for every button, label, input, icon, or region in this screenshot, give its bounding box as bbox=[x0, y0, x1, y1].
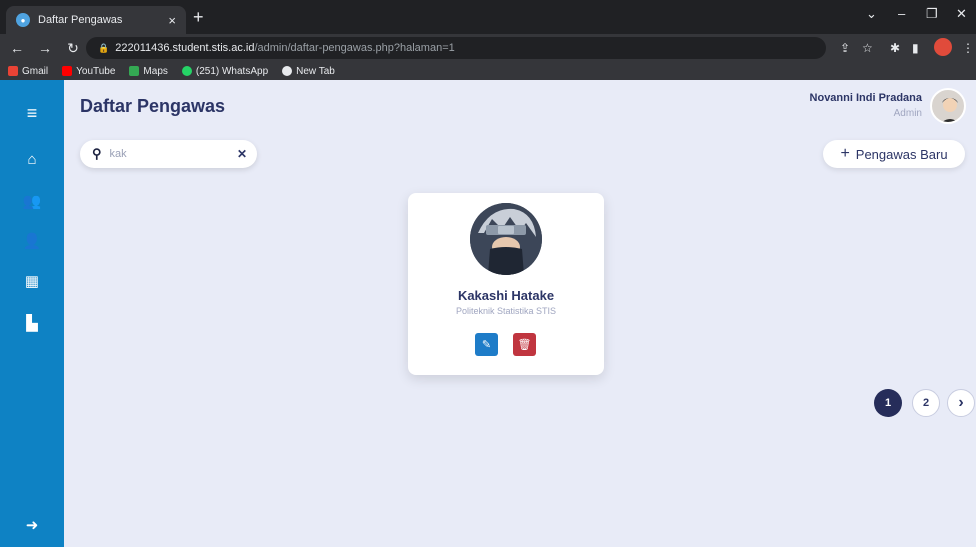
plus-icon: + bbox=[840, 145, 850, 162]
tab-close-icon[interactable]: × bbox=[168, 13, 176, 28]
url-host: 222011436.student.stis.ac.id bbox=[115, 42, 255, 54]
url-field[interactable]: 🔒 222011436.student.stis.ac.id/admin/daf… bbox=[86, 37, 826, 59]
hamburger-menu-icon[interactable]: ≡ bbox=[0, 98, 64, 128]
user-role: Admin bbox=[893, 108, 922, 119]
site-favicon-icon: ● bbox=[16, 13, 30, 27]
home-icon[interactable]: ⌂ bbox=[0, 144, 64, 174]
user-icon[interactable]: 👤 bbox=[0, 226, 64, 256]
trash-icon: 🗑 bbox=[517, 339, 532, 351]
back-icon[interactable]: ← bbox=[6, 40, 28, 56]
browser-tab-bar: ● Daftar Pengawas × + ⌄ – ❐ ✕ bbox=[0, 0, 976, 34]
bookmark-newtab[interactable]: New Tab bbox=[282, 66, 335, 77]
pengawas-organization: Politeknik Statistika STIS bbox=[455, 306, 557, 316]
tab-title: Daftar Pengawas bbox=[38, 14, 123, 26]
address-bar-row: ← → ↻ 🔒 222011436.student.stis.ac.id/adm… bbox=[0, 34, 976, 62]
users-icon[interactable]: 👥 bbox=[0, 186, 64, 216]
profile-photo bbox=[470, 203, 542, 275]
page-title: Daftar Pengawas bbox=[80, 96, 226, 116]
maps-icon bbox=[129, 66, 140, 76]
user-name: Novanni Indi Pradana bbox=[809, 92, 922, 104]
delete-button[interactable]: 🗑 bbox=[513, 333, 536, 356]
add-pengawas-button[interactable]: + Pengawas Baru bbox=[823, 140, 965, 168]
logout-icon[interactable]: ➜ bbox=[0, 510, 64, 540]
close-window-icon[interactable]: ✕ bbox=[956, 6, 967, 22]
share-icon[interactable]: ⇪ bbox=[840, 41, 850, 55]
document-icon[interactable]: ▙ bbox=[0, 308, 64, 338]
forward-icon[interactable]: → bbox=[34, 40, 56, 56]
page-2-button[interactable]: 2 bbox=[912, 389, 940, 417]
restore-icon[interactable]: ❐ bbox=[926, 6, 938, 22]
profile-avatar-icon[interactable] bbox=[934, 38, 952, 56]
bookmark-gmail[interactable]: Gmail bbox=[8, 66, 48, 77]
page-1-button[interactable]: 1 bbox=[874, 389, 902, 417]
menu-icon[interactable]: ⋮ bbox=[962, 41, 974, 55]
reload-icon[interactable]: ↻ bbox=[62, 40, 84, 57]
lock-icon: 🔒 bbox=[98, 42, 110, 53]
browser-tab[interactable]: ● Daftar Pengawas × bbox=[6, 6, 186, 34]
clear-search-icon[interactable]: ✕ bbox=[237, 147, 247, 161]
edit-icon: ✎ bbox=[481, 339, 492, 351]
bookmarks-bar: Gmail YouTube Maps (251) WhatsApp New Ta… bbox=[0, 62, 976, 80]
user-info: Novanni Indi Pradana Admin bbox=[810, 92, 922, 119]
tab-search-icon[interactable]: ⌄ bbox=[866, 6, 877, 22]
url-path: /admin/daftar-pengawas.php?halaman=1 bbox=[254, 42, 455, 54]
sidepanel-icon[interactable]: ▮ bbox=[912, 41, 919, 55]
bookmark-star-icon[interactable]: ☆ bbox=[862, 41, 873, 55]
new-tab-button[interactable]: + bbox=[193, 8, 204, 26]
search-input[interactable] bbox=[109, 148, 237, 160]
avatar[interactable] bbox=[930, 88, 966, 124]
globe-icon bbox=[282, 66, 293, 76]
bookmark-whatsapp[interactable]: (251) WhatsApp bbox=[181, 66, 268, 77]
search-icon: ⚲ bbox=[92, 146, 102, 161]
search-box: ⚲ ✕ bbox=[80, 140, 257, 168]
next-page-button[interactable]: › bbox=[947, 389, 975, 417]
youtube-icon bbox=[62, 66, 73, 76]
bookmark-youtube[interactable]: YouTube bbox=[62, 66, 115, 77]
calendar-icon[interactable]: ▦ bbox=[0, 266, 64, 296]
edit-button[interactable]: ✎ bbox=[475, 333, 498, 356]
minimize-icon[interactable]: – bbox=[898, 6, 905, 21]
whatsapp-icon bbox=[181, 66, 192, 76]
pengawas-name: Kakashi Hatake bbox=[457, 288, 555, 303]
sidebar: ≡ ⌂ 👥 👤 ▦ ▙ ➜ bbox=[0, 80, 64, 547]
bookmark-maps[interactable]: Maps bbox=[129, 66, 168, 77]
gmail-icon bbox=[8, 66, 18, 76]
extensions-icon[interactable]: ✱ bbox=[890, 41, 900, 55]
add-pengawas-label: Pengawas Baru bbox=[855, 146, 948, 162]
pengawas-card: Kakashi Hatake Politeknik Statistika STI… bbox=[408, 193, 604, 375]
